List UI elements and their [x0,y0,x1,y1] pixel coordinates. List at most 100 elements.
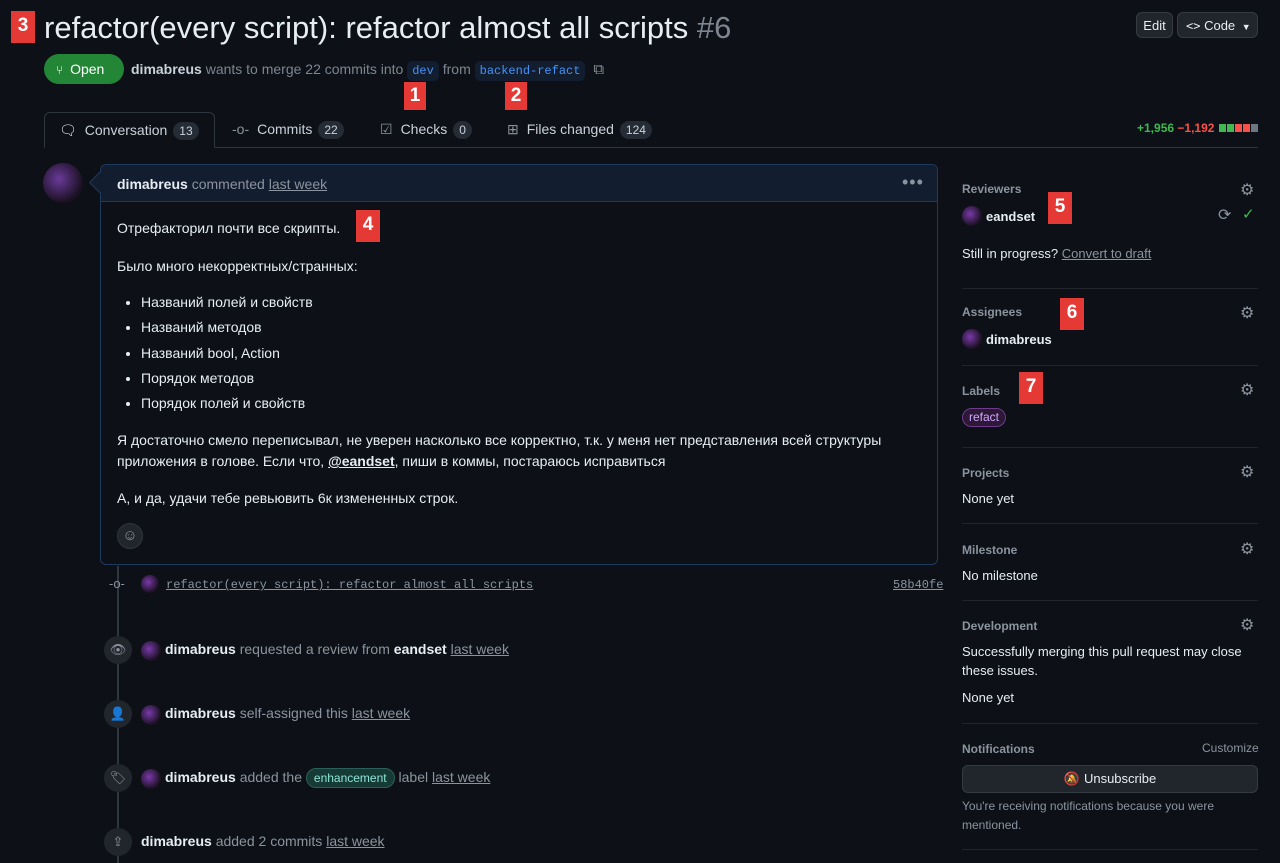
event-time[interactable]: last week [432,769,490,785]
annotation-badge-4: 4 [356,210,380,242]
milestone-value: No milestone [962,568,1038,583]
commit-sha-link[interactable]: 58b40fe [893,578,943,592]
label-pill[interactable]: refact [962,408,1007,427]
actor-link[interactable]: dimabreus [165,769,236,785]
tab-checks[interactable]: ☑ Checks 0 [380,112,472,148]
development-text: Successfully merging this pull request m… [962,644,1242,678]
tab-label: Conversation [84,122,168,138]
gear-icon[interactable]: ⚙ [1240,615,1254,635]
divider [962,849,1258,850]
comment-author[interactable]: dimabreus [117,176,188,192]
actor-link[interactable]: dimabreus [165,705,236,721]
comment-meta: dimabreus commented last week [117,175,327,193]
diffstat-box [1250,124,1258,132]
comment-paragraph: приложения в голове. Если что, @eandset,… [117,451,665,472]
diffstat-additions: +1,956 [1137,121,1175,135]
divider [962,723,1258,724]
diffstat-box [1218,124,1226,132]
tab-counter: 13 [173,122,199,140]
reviewers-title: Reviewers [962,182,1022,196]
avatar[interactable] [141,641,161,661]
label-pill[interactable]: enhancement [305,768,395,788]
edit-button[interactable]: Edit [1136,12,1173,38]
annotation-badge-3: 3 [11,11,35,43]
labels-title: Labels [962,384,1001,398]
comment-time[interactable]: last week [269,176,327,192]
avatar[interactable] [43,163,83,203]
gear-icon[interactable]: ⚙ [1240,462,1254,482]
timeline-event-assign: dimabreus self-assigned this last week [165,703,410,723]
event-text: requested a review from [239,641,390,657]
divider [962,600,1258,601]
avatar[interactable] [962,206,982,226]
tab-files-changed[interactable]: ⊞ Files changed 124 [507,112,652,148]
status-label: Open [70,61,105,77]
chevron-down-icon: ▼ [1241,22,1251,32]
author-link[interactable]: dimabreus [131,61,202,77]
customize-link[interactable]: Customize [1202,741,1259,755]
event-time[interactable]: last week [451,641,509,657]
edit-button-label: Edit [1143,18,1166,33]
code-button[interactable]: <> Code ▼ [1177,12,1258,38]
commit-icon: -o- [232,121,250,137]
diffstat-box [1226,124,1234,132]
annotation-badge-7: 7 [1019,372,1043,404]
timeline-event-label: dimabreus added the enhancement label la… [165,767,490,788]
smiley-icon[interactable]: ☺ [117,523,143,549]
comment-text: , пиши в коммы, постараюсь исправиться [394,453,666,469]
base-branch[interactable]: dev [407,61,439,81]
list-item: Названий полей и свойств [141,290,313,315]
avatar[interactable] [141,575,159,593]
annotation-badge-1: 1 [404,82,426,110]
gear-icon[interactable]: ⚙ [1240,539,1254,559]
eye-icon: 👁 [104,636,132,664]
avatar[interactable] [962,329,982,349]
actor-link[interactable]: dimabreus [165,641,236,657]
tab-counter: 124 [619,121,652,139]
commit-icon: -o- [109,576,125,591]
tab-commits[interactable]: -o- Commits 22 [232,112,344,148]
notifications-title: Notifications [962,742,1035,756]
reviewer-name[interactable]: eandset [986,207,1035,226]
list-item: Названий методов [141,315,313,340]
repo-push-icon: ⇪ [104,828,132,856]
commit-message-link[interactable]: refactor(every script): refactor almost … [166,578,533,592]
more-options-icon[interactable]: ••• [902,172,924,193]
development-value: None yet [962,690,1015,705]
head-branch[interactable]: backend-refact [474,61,586,81]
actor-link[interactable]: dimabreus [141,833,212,849]
avatar[interactable] [141,769,161,789]
sync-icon[interactable]: ⟳ [1218,205,1231,225]
tab-conversation[interactable]: 🗨 Conversation 13 [44,112,215,148]
gear-icon[interactable]: ⚙ [1240,380,1254,400]
gear-icon[interactable]: ⚙ [1240,180,1254,200]
event-time[interactable]: last week [352,705,410,721]
unsubscribe-button[interactable]: 🔕 Unsubscribe [962,765,1258,793]
code-button-label: Code [1204,18,1236,33]
list-item: Порядок полей и свойств [141,391,313,416]
tab-label: Checks [400,121,448,137]
event-text: label [398,769,429,785]
tag-icon: 🏷 [104,764,132,792]
event-text: added 2 commits [215,833,323,849]
diffstat-deletions: −1,192 [1177,121,1215,135]
comment-paragraph: Отрефакторил почти все скрипты. [117,220,341,236]
pull-request-icon: ⑂ [56,63,64,77]
bell-slash-icon: 🔕 [1063,771,1080,786]
annotation-badge-2: 2 [505,82,527,110]
avatar[interactable] [141,705,161,725]
assignee-name[interactable]: dimabreus [986,330,1052,349]
event-text: added the [239,769,302,785]
mention-link[interactable]: @eandset [328,453,395,469]
comment-paragraph: Было много некорректных/странных: [117,258,358,274]
event-time[interactable]: last week [326,833,384,849]
event-text: self-assigned this [239,705,348,721]
gear-icon[interactable]: ⚙ [1240,303,1254,323]
milestone-title: Milestone [962,543,1018,557]
copy-icon[interactable]: ⧉ [593,61,604,78]
diffstat-box [1242,124,1250,132]
merge-text: wants to merge 22 commits into [205,61,404,77]
reviewer-link[interactable]: eandset [394,641,447,657]
divider [962,365,1258,366]
convert-to-draft-link[interactable]: Convert to draft [1062,246,1152,261]
